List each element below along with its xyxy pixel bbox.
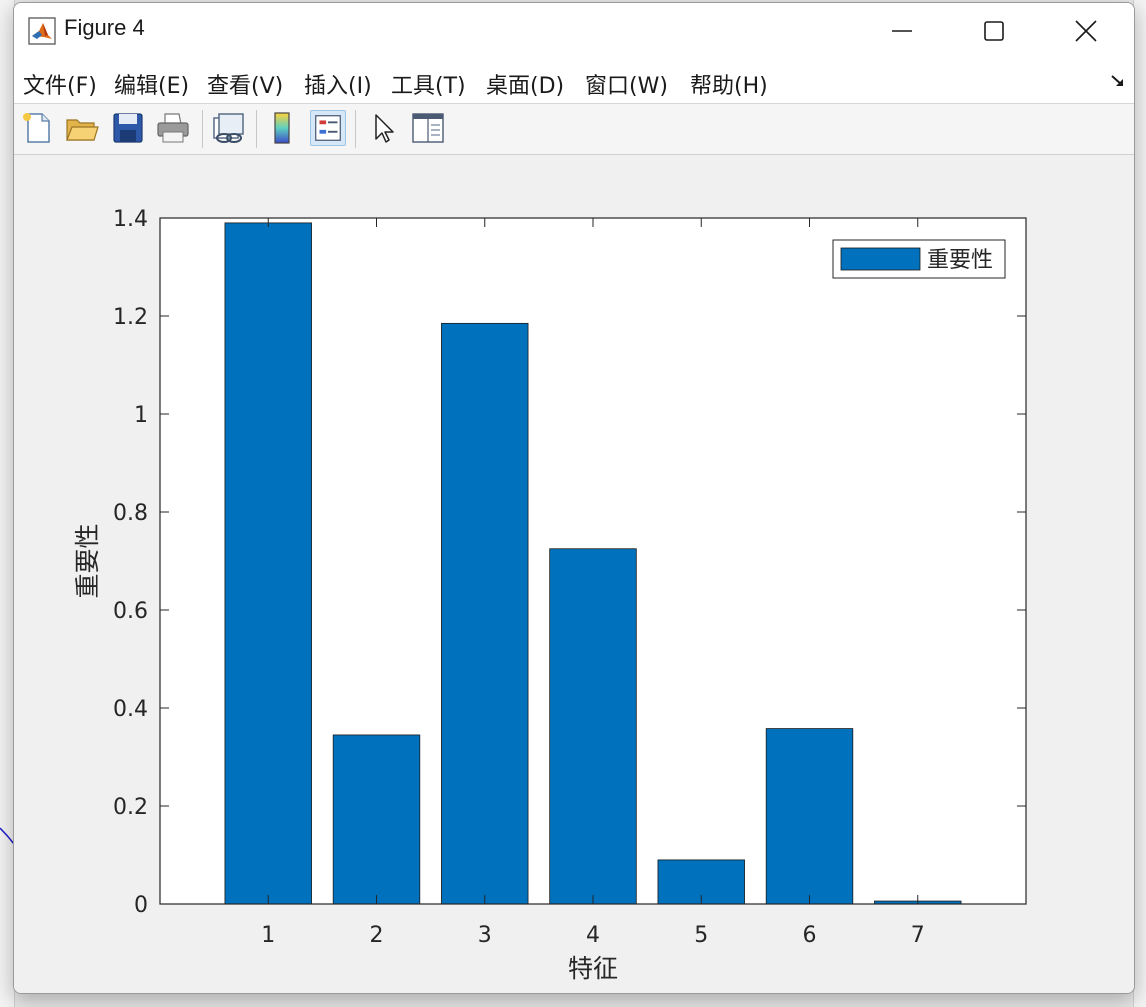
title-bar[interactable]: Figure 4 <box>14 3 1134 59</box>
y-tick-labels: 0 0.2 0.4 0.6 0.8 1 1.2 1.4 <box>113 207 148 918</box>
y-axis-label: 重要性 <box>73 523 102 598</box>
legend-icon[interactable] <box>310 110 346 146</box>
y-tick-label: 0.8 <box>113 501 148 526</box>
y-tick-label: 1 <box>134 403 148 428</box>
x-tick-label: 5 <box>694 923 708 948</box>
toolbar-separator <box>355 110 356 148</box>
close-icon <box>1075 20 1097 42</box>
property-inspector-icon[interactable] <box>410 110 446 146</box>
bar-3[interactable] <box>441 322 529 905</box>
menu-tools[interactable]: 工具(T) <box>391 68 466 100</box>
y-tick-label: 1.2 <box>113 305 148 330</box>
x-tick-label: 2 <box>370 923 384 948</box>
x-tick-label: 6 <box>803 923 817 948</box>
toolbar <box>14 104 1134 155</box>
toolbar-separator <box>202 110 203 148</box>
print-icon[interactable] <box>155 110 191 146</box>
bar-chart[interactable]: 0 0.2 0.4 0.6 0.8 1 1.2 1.4 1 2 3 4 5 6 7 特征 重要性 重要性 <box>14 155 1134 993</box>
figure-canvas: 0 0.2 0.4 0.6 0.8 1 1.2 1.4 1 2 3 4 5 6 7 特征 重要性 重要性 <box>14 155 1134 993</box>
menu-help[interactable]: 帮助(H) <box>690 68 768 100</box>
menu-file[interactable]: 文件(F) <box>23 68 97 100</box>
y-tick-label: 0 <box>134 893 148 918</box>
y-tick-label: 1.4 <box>113 207 148 232</box>
colorbar-icon[interactable] <box>264 110 300 146</box>
bar-6[interactable] <box>765 728 854 905</box>
window-title: Figure 4 <box>64 15 145 40</box>
open-file-icon[interactable] <box>64 110 100 146</box>
menu-view[interactable]: 查看(V) <box>207 68 283 100</box>
x-tick-label: 3 <box>478 923 492 948</box>
maximize-button[interactable] <box>948 3 1040 59</box>
matlab-logo-icon <box>28 17 56 45</box>
menu-bar: 文件(F) 编辑(E) 查看(V) 插入(I) 工具(T) 桌面(D) 窗口(W… <box>14 59 1134 104</box>
bar-4[interactable] <box>549 548 637 905</box>
background-plot-curve <box>0 827 14 845</box>
x-tick-label: 7 <box>911 923 925 948</box>
y-tick-label: 0.6 <box>113 599 148 624</box>
bar-2[interactable] <box>332 734 421 905</box>
menu-insert[interactable]: 插入(I) <box>304 68 372 100</box>
x-axis-label: 特征 <box>568 954 618 983</box>
legend-entry: 重要性 <box>927 248 993 273</box>
y-tick-label: 0.4 <box>113 697 148 722</box>
close-button[interactable] <box>1040 3 1132 59</box>
toolbar-separator <box>256 110 257 148</box>
menu-window[interactable]: 窗口(W) <box>585 68 668 100</box>
y-tick-label: 0.2 <box>113 795 148 820</box>
x-tick-label: 4 <box>586 923 600 948</box>
new-figure-icon[interactable] <box>20 110 56 146</box>
maximize-icon <box>984 21 1004 41</box>
edit-plot-arrow-icon[interactable] <box>366 110 402 146</box>
x-tick-label: 1 <box>261 923 275 948</box>
minimize-button[interactable] <box>856 3 948 59</box>
save-icon[interactable] <box>110 110 146 146</box>
legend-swatch <box>840 247 921 271</box>
minimize-icon <box>892 30 912 32</box>
link-plot-icon[interactable] <box>210 110 246 146</box>
menu-desktop[interactable]: 桌面(D) <box>486 68 564 100</box>
bar-1[interactable] <box>224 222 312 905</box>
x-tick-labels: 1 2 3 4 5 6 7 <box>261 923 925 948</box>
legend[interactable]: 重要性 <box>832 239 1006 279</box>
dock-arrow-icon[interactable] <box>1110 73 1126 89</box>
menu-edit[interactable]: 编辑(E) <box>114 68 189 100</box>
figure-window: Figure 4 文件(F) 编辑(E) 查看(V) 插入(I) 工具(T) 桌… <box>13 2 1135 994</box>
